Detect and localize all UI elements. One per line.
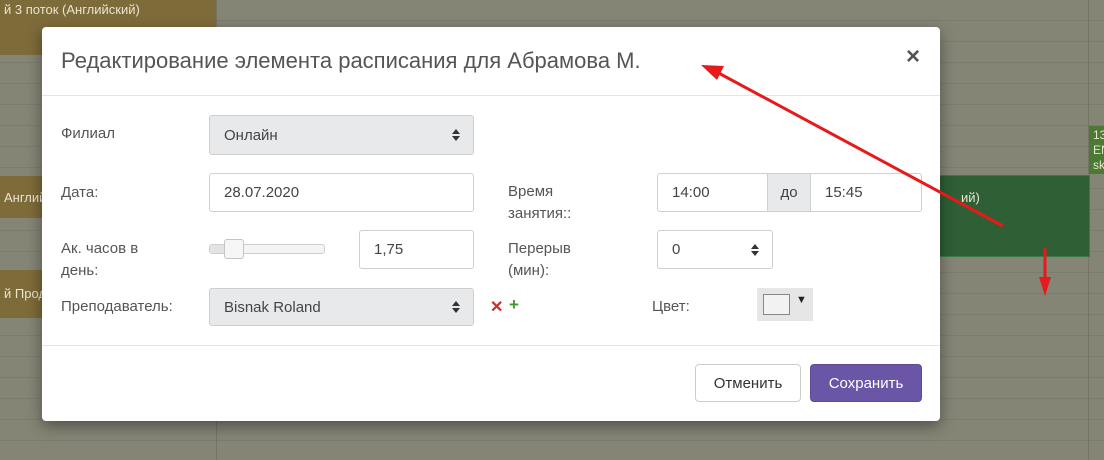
teacher-value: Bisnak Roland bbox=[224, 298, 321, 316]
calendar-event[interactable]: й 3 поток (Английский) bbox=[0, 0, 216, 30]
add-teacher-icon[interactable]: + bbox=[509, 295, 519, 315]
dialog-title: Редактирование элемента расписания для А… bbox=[61, 48, 641, 73]
date-label: Дата: bbox=[61, 184, 99, 201]
break-label: Перерыв (мин): bbox=[508, 240, 571, 279]
hours-slider-handle[interactable] bbox=[224, 239, 244, 259]
cancel-button[interactable]: Отменить bbox=[695, 364, 801, 402]
remove-teacher-icon[interactable]: ✕ bbox=[490, 297, 503, 317]
time-from-value: 14:00 bbox=[672, 184, 710, 201]
edit-schedule-dialog: Редактирование элемента расписания для А… bbox=[42, 27, 940, 421]
time-separator: до bbox=[767, 173, 811, 212]
time-to-input[interactable]: 15:45 bbox=[810, 173, 922, 212]
color-label: Цвет: bbox=[652, 298, 690, 315]
color-swatch bbox=[763, 294, 790, 315]
time-separator-label: до bbox=[780, 184, 798, 201]
calendar-event[interactable]: Английск bbox=[0, 176, 46, 218]
hours-input[interactable]: 1,75 bbox=[359, 230, 474, 269]
event-label: й Прод bbox=[4, 286, 46, 301]
teacher-select[interactable]: Bisnak Roland bbox=[209, 288, 474, 326]
number-spinner-icon[interactable] bbox=[751, 243, 759, 256]
select-caret-icon bbox=[452, 301, 460, 313]
event-label: 13 EN sk bbox=[1093, 128, 1104, 172]
close-icon[interactable]: × bbox=[906, 45, 920, 69]
color-picker[interactable]: ▼ bbox=[757, 288, 813, 321]
hours-value: 1,75 bbox=[374, 241, 404, 258]
branch-value: Онлайн bbox=[224, 126, 278, 144]
time-to-value: 15:45 bbox=[825, 184, 863, 201]
break-value: 0 bbox=[672, 241, 681, 258]
calendar-event[interactable]: й Прод bbox=[0, 270, 46, 318]
dialog-footer-divider bbox=[42, 345, 940, 346]
branch-label: Филиал bbox=[61, 125, 116, 142]
time-label: Время занятия:: bbox=[508, 183, 572, 222]
date-input[interactable]: 28.07.2020 bbox=[209, 173, 474, 212]
dropdown-arrow-icon: ▼ bbox=[796, 294, 807, 306]
branch-select[interactable]: Онлайн bbox=[209, 115, 474, 155]
save-button[interactable]: Сохранить bbox=[810, 364, 922, 402]
teacher-label: Преподаватель: bbox=[61, 298, 173, 315]
date-value: 28.07.2020 bbox=[224, 184, 300, 201]
event-label: Английск bbox=[4, 190, 46, 205]
calendar-event[interactable]: 13 EN sk bbox=[1089, 126, 1104, 174]
select-caret-icon bbox=[452, 129, 460, 141]
dialog-header: Редактирование элемента расписания для А… bbox=[42, 27, 940, 96]
event-label: ий) bbox=[961, 190, 980, 205]
break-input[interactable]: 0 bbox=[657, 230, 773, 269]
event-label: й 3 поток (Английский) bbox=[4, 2, 140, 17]
time-from-input[interactable]: 14:00 bbox=[657, 173, 768, 212]
hours-label: Ак. часов в день: bbox=[61, 240, 139, 279]
